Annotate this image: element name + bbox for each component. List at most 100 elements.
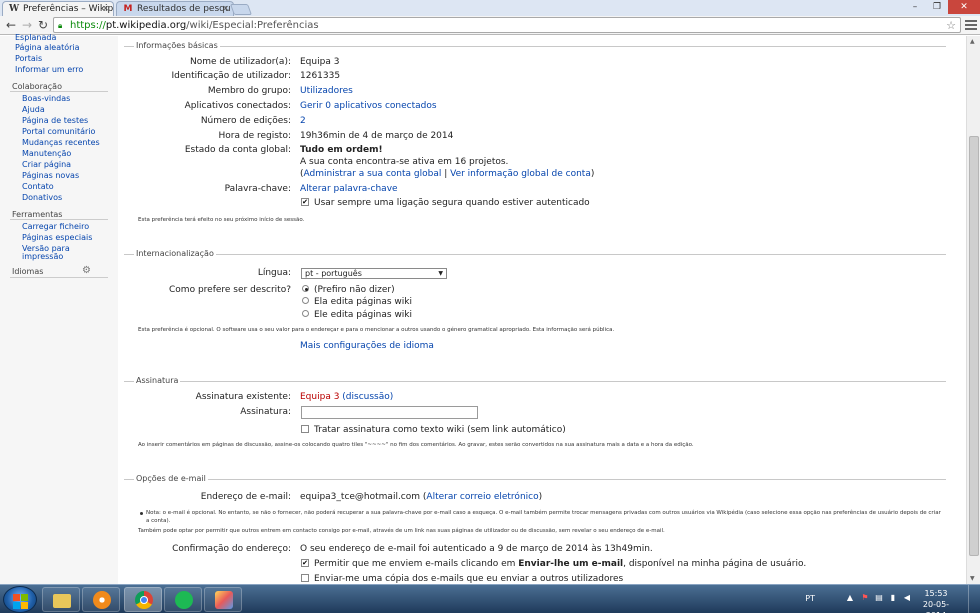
scroll-down-arrow-icon[interactable]: ▼ (970, 575, 975, 582)
signature-note: Ao inserir comentários em páginas de dis… (138, 442, 694, 448)
sidebar-item-mudancas-recentes[interactable]: Mudanças recentes (22, 138, 100, 147)
sidebar-item-pagina-testes[interactable]: Página de testes (22, 116, 88, 125)
connected-apps-link[interactable]: Gerir 0 aplicativos conectados (300, 101, 437, 111)
address-bar[interactable]: 🔒︎ https://pt.wikipedia.org/wiki/Especia… (53, 17, 961, 33)
power-icon[interactable]: ▮ (888, 593, 898, 603)
close-tab-icon[interactable]: ✕ (222, 4, 229, 13)
spotify-taskbar-button[interactable] (164, 587, 202, 612)
secure-connection-label: Usar sempre uma ligação segura quando es… (314, 198, 590, 208)
global-account-status: Tudo em ordem! (300, 145, 383, 155)
edit-count-link[interactable]: 2 (300, 116, 306, 126)
minimize-icon[interactable]: – (904, 0, 926, 14)
sidebar-heading-ferramentas: Ferramentas (12, 210, 63, 219)
gear-icon[interactable]: ⚙ (82, 265, 91, 276)
scroll-up-arrow-icon[interactable]: ▲ (970, 38, 975, 45)
sidebar-item-donativos[interactable]: Donativos (22, 193, 62, 202)
reload-icon[interactable]: ↻ (36, 18, 50, 32)
raw-signature-label: Tratar assinatura como texto wiki (sem l… (314, 425, 566, 435)
tab-resultados[interactable]: M Resultados de pesqu ✕ (116, 1, 234, 16)
input-language[interactable]: PT (805, 594, 815, 603)
system-tray: PT ▲ ⚑ ▤ ▮ ◀ 15:53 20-05-2014 (780, 585, 980, 613)
sidebar-item-portal-comunitario[interactable]: Portal comunitário (22, 127, 95, 136)
close-window-icon[interactable]: ✕ (948, 0, 980, 14)
back-arrow-icon[interactable]: ← (4, 18, 18, 32)
sidebar-item-paginas-especiais[interactable]: Páginas especiais (22, 233, 92, 242)
sidebar-item-paginas-novas[interactable]: Páginas novas (22, 171, 79, 180)
signature-talk-link[interactable]: (discussão) (342, 392, 393, 402)
dropdown-arrow-icon: ▼ (438, 270, 443, 277)
paint-taskbar-button[interactable] (204, 587, 242, 612)
gender-radio-unspecified[interactable] (302, 285, 309, 292)
explorer-taskbar-button[interactable] (42, 587, 80, 612)
maximize-icon[interactable]: ❐ (926, 0, 948, 14)
sidebar-item-boas-vindas[interactable]: Boas-vindas (22, 94, 70, 103)
tray-chevron-icon[interactable]: ▲ (845, 593, 855, 603)
chrome-taskbar-button[interactable] (124, 587, 162, 612)
start-button[interactable] (3, 586, 37, 613)
lock-icon: 🔒︎ (58, 21, 63, 30)
more-language-settings-link[interactable]: Mais configurações de idioma (300, 341, 434, 351)
email-confirm-value: O seu endereço de e-mail foi autenticado… (300, 544, 653, 554)
new-tab-button[interactable] (229, 4, 253, 15)
view-global-account-link[interactable]: Ver informação global de conta (450, 169, 591, 179)
action-center-icon[interactable]: ⚑ (860, 593, 870, 603)
userid-label: Identificação de utilizador: (171, 71, 291, 81)
section-rule (124, 46, 946, 47)
secure-connection-checkbox[interactable]: ✔ (301, 198, 309, 206)
allow-email-label: Permitir que me enviem e-mails clicando … (314, 559, 807, 569)
gender-option-unspecified: (Prefiro não dizer) (314, 285, 395, 295)
vertical-scrollbar[interactable]: ▲ ▼ (966, 36, 980, 584)
tab-preferencias[interactable]: W Preferências – Wikip ✕ (2, 1, 114, 16)
bullet-icon (140, 512, 143, 515)
close-tab-icon[interactable]: ✕ (102, 4, 109, 13)
tab-title: Resultados de pesqu (137, 4, 231, 14)
i18n-note: Esta preferência é opcional. O software … (138, 327, 615, 333)
signature-input[interactable] (301, 406, 478, 419)
group-link[interactable]: Utilizadores (300, 86, 353, 96)
gender-radio-male[interactable] (302, 310, 309, 317)
browser-tab-strip: W Preferências – Wikip ✕ M Resultados de… (0, 0, 980, 16)
volume-icon[interactable]: ◀ (902, 593, 912, 603)
gender-label: Como prefere ser descrito? (169, 285, 291, 295)
registration-value: 19h36min de 4 de março de 2014 (300, 131, 454, 141)
clock[interactable]: 15:53 20-05-2014 (914, 588, 958, 613)
bookmark-star-icon[interactable]: ☆ (946, 19, 956, 32)
change-email-link[interactable]: Alterar correio eletrónico (426, 492, 538, 502)
forward-arrow-icon[interactable]: → (20, 18, 34, 32)
browser-menu-icon[interactable] (965, 19, 977, 31)
media-player-icon (93, 591, 111, 609)
sidebar-item-esplanada[interactable]: Esplanada (15, 33, 56, 42)
network-icon[interactable]: ▤ (874, 593, 884, 603)
global-account-label: Estado da conta global: (184, 145, 291, 155)
section-legend-signature: Assinatura (134, 376, 181, 385)
sidebar-item-contato[interactable]: Contato (22, 182, 54, 191)
sidebar-item-criar-pagina[interactable]: Criar página (22, 160, 71, 169)
sidebar-item-informar-erro[interactable]: Informar um erro (15, 65, 83, 74)
signature-field-label: Assinatura: (240, 407, 291, 417)
gender-radio-female[interactable] (302, 297, 309, 304)
email-note-2: Também pode optar por permitir que outro… (138, 528, 665, 534)
windows-taskbar: PT ▲ ⚑ ▤ ▮ ◀ 15:53 20-05-2014 (0, 584, 980, 613)
signature-user-link[interactable]: Equipa 3 (300, 392, 339, 402)
gender-option-female: Ela edita páginas wiki (314, 297, 413, 307)
manage-global-account-link[interactable]: Administrar a sua conta global (304, 169, 442, 179)
clock-time: 15:53 (924, 589, 948, 598)
sidebar-item-manutencao[interactable]: Manutenção (22, 149, 71, 158)
sidebar-item-pagina-aleatoria[interactable]: Página aleatória (15, 43, 80, 52)
scrollbar-thumb[interactable] (969, 136, 979, 556)
change-password-link[interactable]: Alterar palavra-chave (300, 184, 398, 194)
sidebar-item-ajuda[interactable]: Ajuda (22, 105, 45, 114)
userid-value: 1261335 (300, 71, 341, 81)
email-copy-checkbox[interactable] (301, 574, 309, 582)
sidebar-item-portais[interactable]: Portais (15, 54, 42, 63)
allow-email-checkbox[interactable]: ✔ (301, 559, 309, 567)
media-player-taskbar-button[interactable] (82, 587, 120, 612)
sidebar-item-carregar-ficheiro[interactable]: Carregar ficheiro (22, 222, 89, 231)
language-select[interactable]: pt - português ▼ (301, 268, 447, 279)
email-note-1: Nota: o e-mail é opcional. No entanto, s… (146, 510, 941, 516)
sidebar-item-versao-impressao-line2[interactable]: impressão (22, 252, 63, 261)
show-desktop-button[interactable] (968, 585, 980, 613)
raw-signature-checkbox[interactable] (301, 425, 309, 433)
gmail-favicon-icon: M (123, 4, 133, 14)
registration-label: Hora de registo: (218, 131, 291, 141)
